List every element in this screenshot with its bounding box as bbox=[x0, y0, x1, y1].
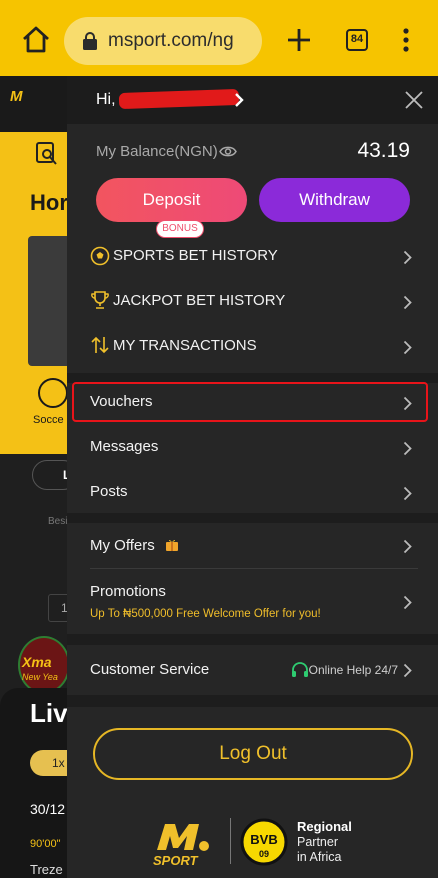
menu-item-label: My Offers bbox=[90, 537, 155, 554]
menu-item-label: Vouchers bbox=[90, 393, 153, 410]
background-match-minute: 90'00" bbox=[30, 838, 61, 850]
menu-item-posts[interactable]: Posts bbox=[67, 472, 438, 517]
logout-button[interactable]: Log Out bbox=[93, 728, 413, 780]
withdraw-button[interactable]: Withdraw bbox=[259, 178, 410, 222]
chevron-right-icon bbox=[403, 663, 412, 678]
background-date: 30/12 bbox=[30, 801, 66, 817]
xmas-badge-subtitle: New Yea bbox=[22, 672, 58, 682]
background-live-title: Liv bbox=[30, 698, 68, 728]
chevron-right-icon bbox=[403, 340, 412, 355]
close-icon[interactable] bbox=[405, 91, 423, 109]
promotions-subtitle: Up To ₦500,000 Free Welcome Offer for yo… bbox=[90, 608, 321, 620]
chevron-right-icon bbox=[403, 295, 412, 310]
greeting-text[interactable]: Hi, bbox=[96, 91, 116, 109]
account-drawer: Hi, My Balance(NGN) 43.19 Deposit BONUS … bbox=[67, 76, 438, 878]
menu-item-label: MY TRANSACTIONS bbox=[113, 337, 257, 354]
chevron-right-icon bbox=[403, 396, 412, 411]
xmas-badge-title: Xma bbox=[22, 654, 52, 670]
redacted-username bbox=[118, 88, 240, 110]
menu-item-label: Posts bbox=[90, 483, 128, 500]
overflow-menu-icon[interactable] bbox=[399, 27, 413, 53]
eye-icon[interactable] bbox=[219, 145, 237, 158]
menu-item-messages[interactable]: Messages bbox=[67, 427, 438, 472]
soccer-icon[interactable] bbox=[38, 378, 68, 408]
online-help-label[interactable]: Online Help 24/7 bbox=[309, 663, 398, 677]
msport-logo: SPORT bbox=[153, 824, 209, 868]
transfer-arrows-icon bbox=[91, 336, 109, 354]
background-soccer-label: Socce bbox=[33, 414, 64, 426]
chevron-right-icon bbox=[403, 250, 412, 265]
menu-item-vouchers[interactable]: Vouchers bbox=[67, 382, 438, 427]
bvb-logo: BVB 09 bbox=[240, 818, 288, 866]
drawer-header: Hi, bbox=[67, 76, 438, 124]
balance-value: 43.19 bbox=[357, 139, 410, 162]
gift-icon bbox=[166, 539, 178, 551]
address-bar[interactable]: msport.com/ng bbox=[64, 17, 262, 65]
chevron-right-icon bbox=[403, 441, 412, 456]
url-text: msport.com/ng bbox=[108, 30, 234, 51]
menu-item-promotions[interactable]: Promotions Up To ₦500,000 Free Welcome O… bbox=[67, 569, 438, 634]
search-icon[interactable] bbox=[36, 142, 58, 166]
section-divider bbox=[67, 695, 438, 707]
svg-text:09: 09 bbox=[259, 849, 269, 859]
chevron-right-icon bbox=[403, 539, 412, 554]
menu-item-label: Customer Service bbox=[90, 661, 210, 678]
trophy-icon bbox=[91, 291, 109, 309]
chevron-right-icon bbox=[403, 595, 412, 610]
section-divider bbox=[67, 513, 438, 523]
svg-text:BVB: BVB bbox=[250, 832, 277, 847]
sponsor-separator bbox=[230, 818, 231, 864]
sponsor-line-2: Partner bbox=[297, 835, 338, 849]
new-tab-icon[interactable] bbox=[286, 27, 312, 53]
section-divider bbox=[67, 634, 438, 645]
background-home-title: Hor bbox=[30, 190, 68, 215]
menu-item-my-transactions[interactable]: MY TRANSACTIONS bbox=[67, 326, 438, 371]
sponsor-banner: SPORT BVB 09 Regional Partner in Africa bbox=[147, 816, 377, 868]
background-logo: M bbox=[10, 88, 23, 105]
menu-item-jackpot-bet-history[interactable]: JACKPOT BET HISTORY bbox=[67, 281, 438, 326]
svg-text:SPORT: SPORT bbox=[153, 853, 199, 868]
menu-item-my-offers[interactable]: My Offers bbox=[67, 524, 438, 569]
sponsor-line-1: Regional bbox=[297, 819, 352, 834]
menu-item-label: JACKPOT BET HISTORY bbox=[113, 292, 286, 309]
menu-item-label: Promotions bbox=[90, 583, 166, 600]
deposit-button[interactable]: Deposit bbox=[96, 178, 247, 222]
lock-icon bbox=[83, 32, 97, 50]
menu-item-label: Messages bbox=[90, 438, 159, 455]
menu-item-sports-bet-history[interactable]: SPORTS BET HISTORY bbox=[67, 236, 438, 281]
soccer-ball-icon bbox=[90, 246, 110, 266]
headset-icon bbox=[292, 662, 308, 677]
browser-toolbar: msport.com/ng 84 bbox=[0, 0, 438, 76]
background-section-hint: Besi bbox=[48, 516, 68, 527]
balance-label: My Balance(NGN) bbox=[96, 143, 218, 160]
menu-item-customer-service[interactable]: Customer Service Online Help 24/7 bbox=[67, 645, 438, 695]
menu-item-label: SPORTS BET HISTORY bbox=[113, 247, 278, 264]
chevron-right-icon[interactable] bbox=[234, 92, 244, 108]
chevron-right-icon bbox=[403, 486, 412, 501]
home-icon[interactable] bbox=[20, 24, 52, 56]
tab-count-button[interactable]: 84 bbox=[346, 29, 368, 51]
sponsor-line-3: in Africa bbox=[297, 850, 342, 864]
background-team-name: Treze bbox=[30, 862, 63, 877]
